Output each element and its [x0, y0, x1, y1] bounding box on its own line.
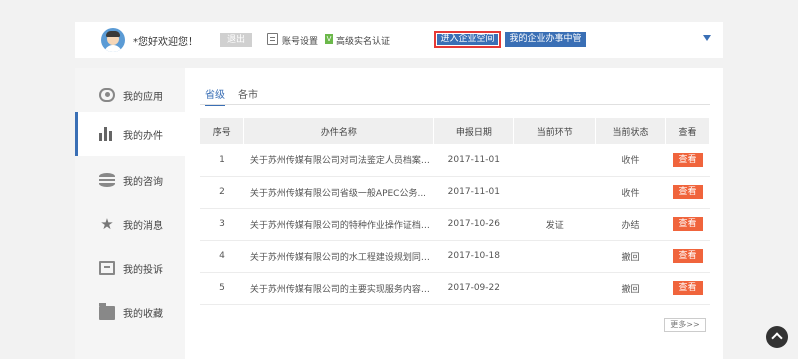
column-header: 申报日期	[433, 118, 515, 144]
current-status: 撤回	[595, 240, 666, 273]
sidebar-item-my-apps[interactable]: 我的应用	[75, 73, 185, 117]
view-button[interactable]: 查看	[672, 249, 703, 263]
content-area: 省级 各市 序号 办件名称 申报日期 当前环节 当前状态 查看 1 关于苏州传媒…	[200, 68, 710, 359]
eye-icon	[99, 88, 115, 102]
current-step	[513, 240, 596, 273]
column-header: 当前状态	[595, 118, 666, 144]
account-settings-icon[interactable]	[267, 33, 278, 45]
column-header: 序号	[200, 118, 245, 144]
case-name: 关于苏州传媒有限公司的主要实现服务内容两...	[243, 272, 434, 305]
column-header: 查看	[665, 118, 710, 144]
sidebar-item-my-cases[interactable]: 我的办件	[75, 112, 185, 156]
row-number: 3	[200, 208, 244, 241]
star-icon: ★	[100, 215, 114, 233]
table-row: 2 关于苏州传媒有限公司省级一般APEC公务... 2017-11-01 收件 …	[200, 176, 710, 209]
table-row: 3 关于苏州传媒有限公司的特种作业操作证档案... 2017-10-26 发证 …	[200, 208, 710, 241]
case-name: 关于苏州传媒有限公司省级一般APEC公务...	[243, 176, 434, 209]
column-header: 当前环节	[513, 118, 597, 144]
user-avatar[interactable]	[101, 28, 125, 52]
sidebar-item-label: 我的咨询	[123, 176, 163, 188]
my-enterprise-assistant-button[interactable]: 我的企业办事中管	[505, 32, 586, 47]
current-status: 撤回	[595, 272, 666, 305]
submit-date: 2017-10-18	[433, 240, 514, 273]
logout-button[interactable]: 退出	[220, 33, 252, 47]
table-row: 1 关于苏州传媒有限公司对司法鉴定人员档案管理 2017-11-01 收件 查看	[200, 144, 710, 177]
enter-enterprise-space-button[interactable]: 进入企业空间	[434, 31, 501, 48]
current-step	[513, 144, 596, 177]
top-bar: *您好欢迎您！ 退出 账号设置 V 高级实名认证 进入企业空间 我的企业办事中管	[75, 22, 723, 58]
row-number: 4	[200, 240, 244, 273]
row-number: 2	[200, 176, 244, 209]
avatar-body-shape	[104, 45, 122, 52]
avatar-hair-shape	[106, 31, 120, 37]
tab-provincial[interactable]: 省级	[205, 86, 225, 106]
sidebar-item-label: 我的办件	[123, 130, 163, 142]
submit-date: 2017-11-01	[433, 176, 514, 209]
sidebar-item-my-consultations[interactable]: 我的咨询	[75, 158, 185, 202]
welcome-text: *您好欢迎您！	[133, 37, 198, 48]
message-icon	[99, 261, 115, 275]
case-name: 关于苏州传媒有限公司对司法鉴定人员档案管理	[243, 144, 434, 177]
sidebar-item-my-complaints[interactable]: 我的投诉	[75, 246, 185, 290]
cases-table: 序号 办件名称 申报日期 当前环节 当前状态 查看 1 关于苏州传媒有限公司对司…	[200, 118, 710, 305]
view-button[interactable]: 查看	[672, 185, 703, 199]
bar-chart-icon	[99, 127, 115, 141]
current-status: 办结	[595, 208, 666, 241]
submit-date: 2017-11-01	[433, 144, 514, 177]
enter-enterprise-space-label: 进入企业空间	[437, 34, 498, 45]
current-step	[513, 272, 596, 305]
sidebar-item-label: 我的应用	[123, 91, 163, 103]
view-button[interactable]: 查看	[672, 281, 703, 295]
scroll-to-top-button[interactable]	[766, 326, 788, 348]
table-row: 5 关于苏州传媒有限公司的主要实现服务内容两... 2017-09-22 撤回 …	[200, 272, 710, 305]
row-number: 1	[200, 144, 244, 177]
sidebar-item-my-favorites[interactable]: 我的收藏	[75, 290, 185, 334]
sidebar-item-my-messages[interactable]: ★ 我的消息	[75, 202, 185, 246]
sidebar-item-label: 我的消息	[123, 220, 163, 232]
current-status: 收件	[595, 176, 666, 209]
table-header-row: 序号 办件名称 申报日期 当前环节 当前状态 查看	[200, 118, 710, 144]
sidebar-item-label: 我的投诉	[123, 264, 163, 276]
current-step: 发证	[513, 208, 596, 241]
table-row: 4 关于苏州传媒有限公司的水工程建设规划同意... 2017-10-18 撤回 …	[200, 240, 710, 273]
case-name: 关于苏州传媒有限公司的特种作业操作证档案...	[243, 208, 434, 241]
tab-cities[interactable]: 各市	[238, 86, 258, 104]
case-name: 关于苏州传媒有限公司的水工程建设规划同意...	[243, 240, 434, 273]
submit-date: 2017-10-26	[433, 208, 514, 241]
folder-icon	[99, 303, 115, 320]
row-number: 5	[200, 272, 244, 305]
real-name-verification-link[interactable]: 高级实名认证	[336, 34, 390, 47]
view-button[interactable]: 查看	[672, 217, 703, 231]
tab-divider	[200, 104, 710, 105]
column-header: 办件名称	[243, 118, 435, 144]
more-button[interactable]: 更多>>	[664, 318, 706, 332]
sidebar: 我的应用 我的办件 我的咨询 ★ 我的消息 我的投诉 我的收藏	[75, 68, 185, 359]
sidebar-item-label: 我的收藏	[123, 308, 163, 320]
submit-date: 2017-09-22	[433, 272, 514, 305]
main-panel: 我的应用 我的办件 我的咨询 ★ 我的消息 我的投诉 我的收藏 省级 各市 序号…	[75, 68, 723, 359]
chevron-down-icon[interactable]	[703, 35, 711, 41]
verified-badge-icon: V	[325, 34, 333, 44]
current-status: 收件	[595, 144, 666, 177]
current-step	[513, 176, 596, 209]
account-settings-link[interactable]: 账号设置	[282, 34, 318, 47]
view-button[interactable]: 查看	[672, 152, 703, 167]
database-icon	[99, 173, 115, 187]
